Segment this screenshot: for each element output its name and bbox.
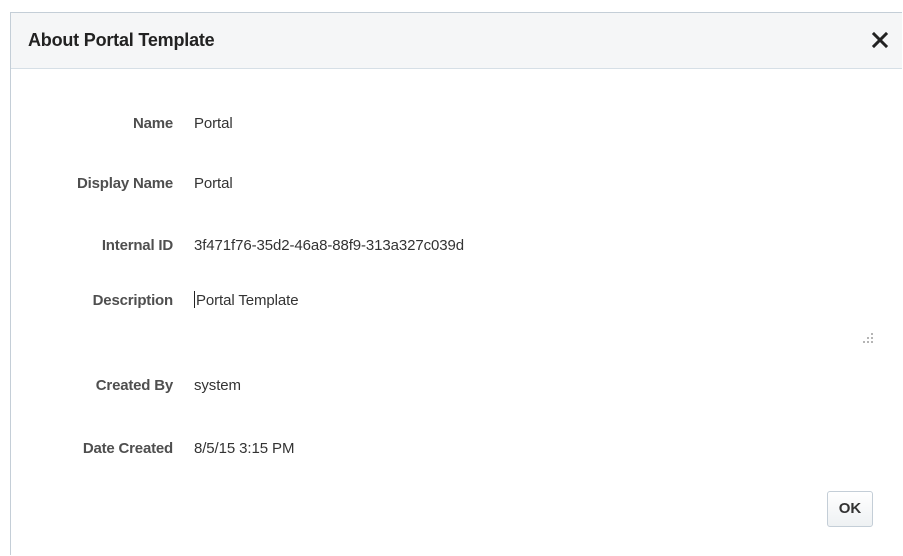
description-textarea[interactable]: Portal Template [194,290,299,312]
text-cursor [194,291,195,308]
internal-id-row: Internal ID 3f471f76-35d2-46a8-88f9-313a… [11,235,871,257]
created-by-value: system [194,377,241,394]
display-name-value: Portal [194,175,233,192]
description-row: Description Portal Template [11,290,871,312]
created-by-row: Created By system [11,375,871,397]
description-label: Description [92,292,174,309]
display-name-label: Display Name [77,175,173,192]
date-created-label: Date Created [82,440,173,457]
name-row: Name Portal [11,113,871,135]
display-name-row: Display Name Portal [11,173,871,195]
ok-button[interactable]: OK [827,491,873,527]
dialog-title: About Portal Template [28,30,215,50]
created-by-label: Created By [95,377,173,394]
description-value: Portal Template [196,292,299,309]
internal-id-value: 3f471f76-35d2-46a8-88f9-313a327c039d [194,237,464,254]
name-label: Name [132,115,173,132]
close-icon [871,31,889,49]
date-created-row: Date Created 8/5/15 3:15 PM [11,438,871,460]
date-created-value: 8/5/15 3:15 PM [194,440,295,457]
resize-grip-icon[interactable] [860,331,874,345]
about-dialog: About Portal Template Name Portal Displa… [10,12,902,555]
close-button[interactable] [868,27,892,51]
internal-id-label: Internal ID [101,237,173,254]
dialog-header: About Portal Template [11,13,902,69]
name-value: Portal [194,115,233,132]
